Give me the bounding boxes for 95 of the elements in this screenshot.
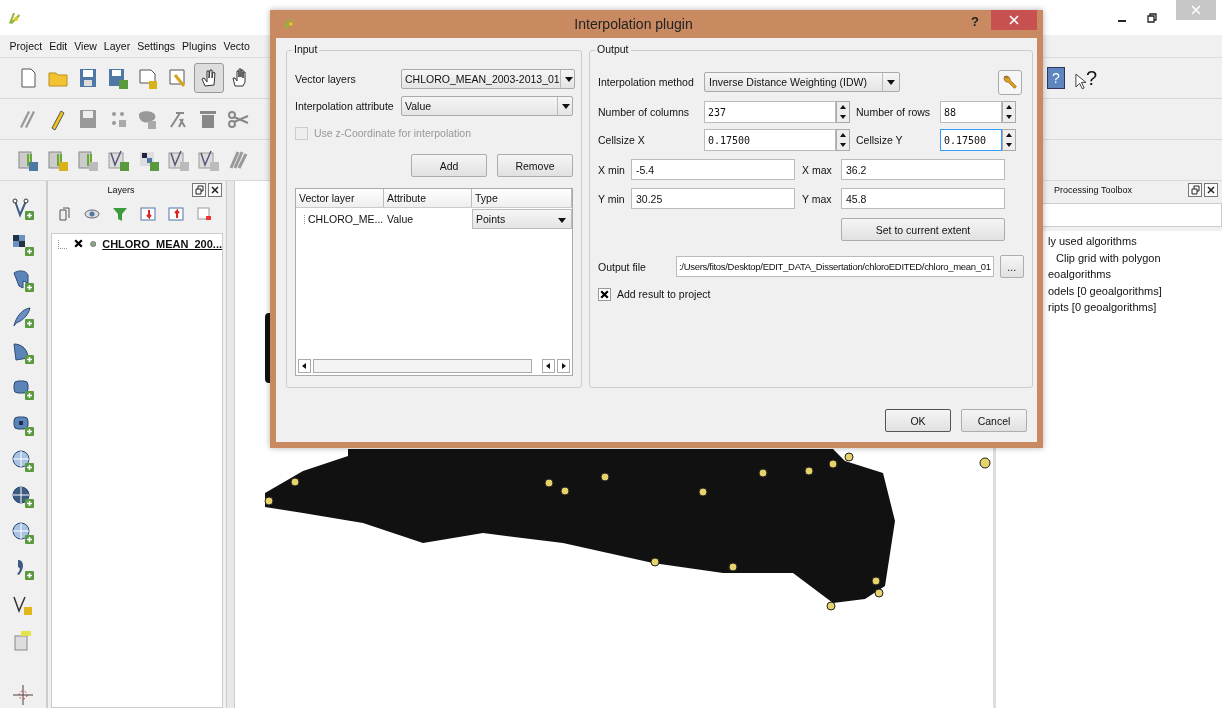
close-icon[interactable] [1204,183,1218,197]
qgis-logo-icon [282,16,296,30]
menu-item[interactable]: Plugins [182,40,217,52]
tree-item[interactable]: odels [0 geoalgorithms] [1048,282,1162,299]
spin-arrows-icon[interactable] [836,101,850,123]
input-field[interactable]: 45.8 [841,188,1005,209]
settings-button[interactable] [997,69,1022,95]
field-label: X min [598,163,624,176]
field-label: Vector layers [295,73,357,85]
help-icon[interactable]: ? [1047,67,1065,89]
splitter-handle[interactable] [227,181,235,708]
sail-add-icon[interactable] [11,341,35,365]
spin-field[interactable]: 237 [704,101,836,123]
menu-item[interactable]: Edit [49,40,68,52]
menu-item[interactable]: Vecto [223,40,250,52]
vector-layers-dropdown[interactable]: CHLORO_MEAN_2003-2013_01 [401,69,575,89]
input-field[interactable]: 30.25 [631,188,795,209]
checkbox-label: Use z-Coordinate for interpolation [314,127,471,139]
add-button[interactable]: Add [411,154,487,177]
input-field[interactable]: 36.2 [841,159,1005,180]
set-extent-button[interactable]: Set to current extent [841,218,1005,241]
menu-item[interactable]: Project [9,40,43,52]
globe-add-icon[interactable] [11,449,35,473]
tree-item[interactable]: ly used algorithms [1048,233,1137,250]
float-icon[interactable] [192,183,206,197]
rounded-square-add-icon[interactable] [11,377,35,401]
float-icon[interactable] [1188,183,1202,197]
field-label: Number of columns [598,106,691,118]
input-field[interactable]: -5.4 [631,159,795,180]
field-label: Interpolation method [598,76,695,88]
spin-field[interactable]: 88 [940,101,1002,123]
layer-checkbox[interactable] [72,238,84,250]
spin-field[interactable]: 0.17500 [940,129,1002,151]
tree-item[interactable]: ripts [0 geoalgorithms] [1048,299,1157,316]
field-label: X max [802,163,833,176]
spin-arrows-icon[interactable] [836,129,850,151]
tree-item[interactable]: Clip grid with polygon [1048,249,1161,266]
restore-icon[interactable] [1146,11,1158,24]
globe-add-icon[interactable] [11,485,35,509]
pan-hand-icon[interactable] [194,63,224,93]
checkbox[interactable] [598,287,611,301]
field-label: Output file [598,260,647,273]
wrench-icon [1000,72,1019,91]
group-title: Input [292,43,320,55]
expand-icon[interactable] [140,206,156,222]
raster-add-icon[interactable] [11,233,35,257]
ok-button[interactable]: OK [885,409,951,432]
checker-square-add-icon[interactable] [11,413,35,437]
layer-name[interactable]: CHLORO_MEAN_200... [102,238,222,250]
remove-button[interactable]: Remove [497,154,573,177]
panel-title: Layers [106,185,136,195]
field-label: Cellsize X [598,134,646,146]
scroll-right-icon[interactable] [557,359,570,373]
output-file-field[interactable]: :/Users/fitos/Desktop/EDIT_DATA_Dissertation/chloroEDITED/chloro_mean_01 [676,256,994,277]
vector-add-icon[interactable] [11,197,35,221]
menu-item[interactable]: Settings [137,40,176,52]
collapse-icon[interactable] [168,206,184,222]
cancel-button[interactable]: Cancel [961,409,1027,432]
close-button[interactable] [991,10,1037,30]
remove-layer-icon[interactable] [196,206,212,222]
filter-icon[interactable] [112,206,128,222]
menu-item[interactable]: View [74,40,97,52]
point-layer-icon [89,239,97,249]
dialog-title: Interpolation plugin [573,16,694,32]
spin-arrows-icon[interactable] [1002,101,1016,123]
column-header[interactable]: Vector layer [296,189,384,207]
column-header[interactable]: Attribute [384,189,472,207]
table-cell: CHLORO_ME... [308,213,384,225]
interpolation-method-dropdown[interactable]: Inverse Distance Weighting (IDW) [704,72,900,92]
field-label: Cellsize Y [856,134,904,146]
type-dropdown[interactable]: Points [472,209,572,229]
tree-item[interactable]: eoalgorithms [1048,266,1111,283]
close-icon[interactable] [208,183,222,197]
spin-field[interactable]: 0.17500 [704,129,836,151]
crosshair-icon[interactable] [11,683,35,707]
checkbox-label: Add result to project [617,288,711,300]
help-button[interactable]: ? [971,14,979,29]
browse-button[interactable]: ... [999,255,1024,278]
field-label: Number of rows [856,106,932,118]
eye-icon[interactable] [84,206,100,222]
table-cell-text: Value [386,213,415,225]
field-label: Y max [802,192,833,205]
field-label: Y min [598,192,624,205]
field-label: Interpolation attribute [295,100,395,112]
column-header[interactable]: Type [472,189,572,207]
feather-add-icon[interactable] [11,305,35,329]
spin-arrows-icon[interactable] [1002,129,1016,151]
scroll-left-icon[interactable] [542,359,555,373]
scroll-left-icon[interactable] [298,359,311,373]
whats-this-button[interactable]: ? [1074,66,1097,90]
attribute-dropdown[interactable]: Value [401,96,573,116]
menu-item[interactable]: Layer [103,40,131,52]
group-title: Output [595,43,631,55]
horizontal-scrollbar[interactable] [296,357,572,375]
panel-title: Processing Toolbox [1053,185,1133,195]
